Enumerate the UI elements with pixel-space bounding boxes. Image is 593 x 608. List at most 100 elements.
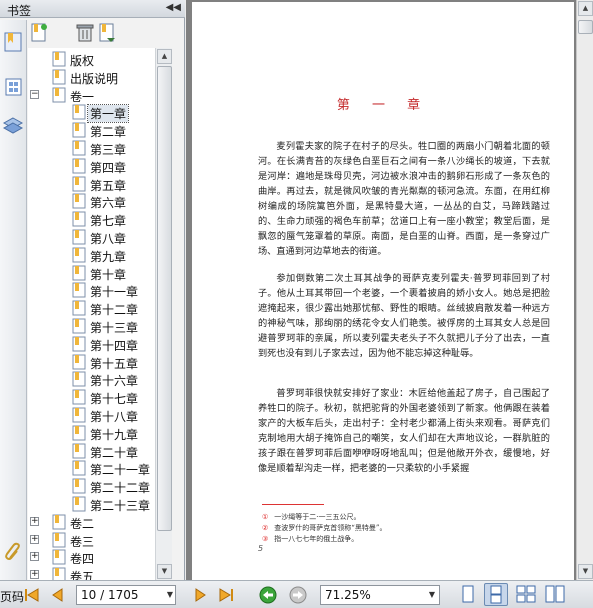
bookmark-icon <box>72 247 86 263</box>
bookmark-chapter[interactable]: 第十九章 <box>28 424 155 442</box>
zoom-field[interactable]: 71.25% ▼ <box>320 585 440 605</box>
bookmark-volume[interactable]: + 卷五 <box>28 566 155 580</box>
bookmark-icon <box>72 478 86 494</box>
bookmark-chapter[interactable]: 第九章 <box>28 246 155 264</box>
bookmark-volume[interactable]: − 卷一 <box>28 86 155 104</box>
bookmark-chapter[interactable]: 第十五章 <box>28 353 155 371</box>
first-page-button[interactable] <box>22 585 42 605</box>
bookmark-item[interactable]: 出版说明 <box>28 68 155 86</box>
bookmark-icon <box>52 87 66 103</box>
bookmark-chapter[interactable]: 第十六章 <box>28 370 155 388</box>
previous-page-button[interactable] <box>48 585 68 605</box>
delete-bookmark-button[interactable] <box>74 22 96 44</box>
panel-title: 书签 <box>7 4 32 18</box>
bookmark-chapter[interactable]: 第十八章 <box>28 406 155 424</box>
bookmark-label: 版权 <box>70 54 95 68</box>
document-view: 第 一 章 麦列霍夫家的院子在村子的尽头。牲口圈的两扇小门朝着北面的顿河。在长满… <box>186 0 593 580</box>
bookmark-volume[interactable]: + 卷三 <box>28 531 155 549</box>
bookmark-label: 第十七章 <box>90 392 139 407</box>
doc-scroll-thumb[interactable] <box>578 20 593 34</box>
continuous-view-button[interactable] <box>484 583 508 606</box>
bookmark-chapter[interactable]: 第二十二章 <box>28 477 155 495</box>
zoom-dropdown-arrow[interactable]: ▼ <box>429 590 435 599</box>
bookmark-volume[interactable]: + 卷四 <box>28 548 155 566</box>
next-page-icon <box>195 588 206 602</box>
footnote-rule <box>262 504 324 505</box>
first-page-icon <box>25 588 39 602</box>
doc-scroll-down-arrow[interactable]: ▼ <box>578 564 593 579</box>
bookmark-label: 第五章 <box>90 178 127 193</box>
bookmark-chapter[interactable]: 第十二章 <box>28 299 155 317</box>
bookmark-chapter[interactable]: 第二十三章 <box>28 495 155 513</box>
layers-tab-button[interactable] <box>2 115 25 139</box>
bookmark-label: 第十四章 <box>90 338 139 353</box>
bookmark-chapter[interactable]: 第十七章 <box>28 388 155 406</box>
scroll-thumb[interactable] <box>157 66 172 531</box>
bookmark-chapter[interactable]: 第三章 <box>28 139 155 157</box>
bookmark-chapter[interactable]: 第二十章 <box>28 442 155 460</box>
expander-toggle[interactable]: + <box>30 516 39 526</box>
bookmark-label: 第三章 <box>90 143 127 157</box>
expander-toggle[interactable]: + <box>30 570 39 580</box>
bookmark-volume[interactable]: + 卷二 <box>28 513 155 531</box>
doc-scroll-up-arrow[interactable]: ▲ <box>578 1 593 16</box>
page-dropdown-arrow[interactable]: ▼ <box>167 590 173 599</box>
bookmark-item[interactable]: 版权 <box>28 50 155 68</box>
bookmark-icon <box>72 176 86 192</box>
bookmark-chapter[interactable]: 第八章 <box>28 228 155 246</box>
attachments-tab-button[interactable] <box>2 540 25 564</box>
page-number-value: 10 / 1705 <box>81 588 139 602</box>
bookmark-label: 第二章 <box>90 125 127 140</box>
last-page-icon <box>219 588 233 602</box>
bookmark-icon <box>72 318 86 334</box>
bookmark-icon <box>72 300 86 316</box>
collapse-panel-button[interactable]: ◀◀ <box>166 2 181 13</box>
single-page-view-button[interactable] <box>456 583 480 606</box>
footnote: ③ 指一八七七年的俄土战争。 <box>262 534 358 544</box>
bookmark-icon <box>72 282 86 298</box>
facing-view-button[interactable] <box>514 583 538 606</box>
bookmark-chapter[interactable]: 第五章 <box>28 175 155 193</box>
thumbnails-tab-button[interactable] <box>2 75 25 99</box>
bookmark-label: 第十八章 <box>90 410 139 424</box>
next-page-button[interactable] <box>190 585 210 605</box>
bookmark-chapter[interactable]: 第一章 <box>28 103 155 124</box>
bookmark-chapter[interactable]: 第四章 <box>28 157 155 175</box>
bookmarks-tab-button[interactable] <box>2 30 25 54</box>
expander-toggle[interactable]: − <box>30 89 39 99</box>
go-back-button[interactable] <box>258 585 278 605</box>
bookmark-chapter[interactable]: 第二章 <box>28 121 155 139</box>
bookmark-toolbar <box>28 20 185 48</box>
bookmark-options-button[interactable] <box>96 22 118 44</box>
bookmark-icon <box>72 425 86 441</box>
new-bookmark-button[interactable] <box>28 22 50 44</box>
bookmark-label: 第十一章 <box>90 285 139 300</box>
bookmark-label: 第二十二章 <box>90 481 151 496</box>
bookmark-icon <box>72 265 86 281</box>
bookmark-chapter[interactable]: 第七章 <box>28 210 155 228</box>
bookmark-icon <box>72 104 86 120</box>
continuous-facing-view-button[interactable] <box>543 583 567 606</box>
bookmark-icon <box>72 460 86 476</box>
bookmark-icon <box>72 158 86 174</box>
last-page-button[interactable] <box>216 585 236 605</box>
footnote-text: 查波罗什的哥萨克首领称“黑特曼”。 <box>274 524 387 532</box>
footnote: ② 查波罗什的哥萨克首领称“黑特曼”。 <box>262 523 386 533</box>
page-number-field[interactable]: 10 / 1705 ▼ <box>76 585 176 605</box>
scroll-down-arrow[interactable]: ▼ <box>157 564 172 579</box>
bookmark-label: 第十九章 <box>90 427 139 442</box>
bookmark-icon <box>52 51 66 67</box>
go-forward-button[interactable] <box>288 585 308 605</box>
bookmark-icon <box>72 336 86 352</box>
document-scrollbar[interactable]: ▲ ▼ <box>576 0 593 580</box>
bookmark-scrollbar[interactable]: ▲ ▼ <box>155 48 172 580</box>
bookmark-chapter[interactable]: 第十一章 <box>28 281 155 299</box>
bookmark-chapter[interactable]: 第六章 <box>28 192 155 210</box>
scroll-up-arrow[interactable]: ▲ <box>157 49 172 64</box>
bookmark-chapter[interactable]: 第二十一章 <box>28 459 155 477</box>
bookmark-chapter[interactable]: 第十章 <box>28 264 155 282</box>
expander-toggle[interactable]: + <box>30 534 39 544</box>
bookmark-chapter[interactable]: 第十三章 <box>28 317 155 335</box>
bookmark-chapter[interactable]: 第十四章 <box>28 335 155 353</box>
expander-toggle[interactable]: + <box>30 552 39 562</box>
